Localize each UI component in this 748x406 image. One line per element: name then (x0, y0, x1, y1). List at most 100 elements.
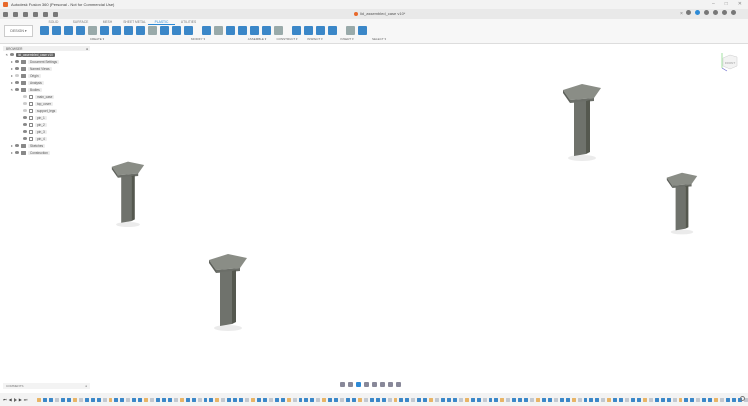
tab-sheet-metal[interactable]: SHEET METAL (121, 20, 148, 25)
go-to-end-button[interactable]: ⏭ (24, 397, 28, 402)
move-tool-icon[interactable] (238, 26, 247, 35)
timeline-feature-icon[interactable] (524, 397, 529, 402)
loft-tool-icon[interactable] (100, 26, 109, 35)
extrude-tool-icon[interactable] (64, 26, 73, 35)
timeline-feature-icon[interactable] (191, 397, 196, 402)
timeline-feature-icon[interactable] (482, 397, 487, 402)
timeline-feature-icon[interactable] (173, 397, 178, 402)
timeline-feature-icon[interactable] (464, 397, 469, 402)
offset-plane-tool-icon[interactable] (274, 26, 283, 35)
comments-panel[interactable]: COMMENTS ● (3, 383, 90, 389)
canvas-tool-icon[interactable] (346, 26, 355, 35)
redo-icon[interactable] (43, 11, 48, 17)
inspect-menu[interactable]: INSPECT ▾ (302, 37, 328, 41)
timeline-feature-icon[interactable] (595, 397, 600, 402)
home-icon[interactable] (53, 11, 58, 17)
orbit-icon[interactable] (340, 382, 345, 387)
timeline-feature-icon[interactable] (458, 397, 463, 402)
timeline-feature-icon[interactable] (369, 397, 374, 402)
timeline-feature-icon[interactable] (66, 397, 71, 402)
boss-tool-icon[interactable] (148, 26, 157, 35)
play-button[interactable] (13, 397, 17, 402)
timeline-feature-icon[interactable] (405, 397, 410, 402)
view-cube[interactable]: FRONT (718, 50, 740, 72)
document-tab[interactable]: lid_assembled_case v10* (354, 11, 405, 16)
tab-solid[interactable]: SOLID (40, 20, 67, 25)
timeline-feature-icon[interactable] (642, 397, 647, 402)
timeline-feature-icon[interactable] (506, 397, 511, 402)
chamfer-tool-icon[interactable] (202, 26, 211, 35)
timeline-feature-icon[interactable] (96, 397, 101, 402)
timeline-feature-icon[interactable] (470, 397, 475, 402)
grid-settings-icon[interactable] (388, 382, 393, 387)
timeline-feature-icon[interactable] (304, 397, 309, 402)
timeline-feature-icon[interactable] (547, 397, 552, 402)
timeline-feature-icon[interactable] (84, 397, 89, 402)
timeline-feature-icon[interactable] (536, 397, 540, 402)
timeline-feature-icon[interactable] (452, 397, 457, 402)
timeline-feature-icon[interactable] (565, 397, 570, 402)
timeline-feature-icon[interactable] (132, 397, 137, 402)
timeline-feature-icon[interactable] (684, 397, 689, 402)
timeline-feature-icon[interactable] (150, 397, 155, 402)
timeline-feature-icon[interactable] (120, 397, 125, 402)
maximize-button[interactable]: □ (725, 1, 728, 7)
timeline-feature-icon[interactable] (251, 397, 255, 402)
timeline-feature-icon[interactable] (708, 397, 713, 402)
as-built-joint-tool-icon[interactable] (262, 26, 271, 35)
grid-menu-icon[interactable] (3, 11, 8, 17)
timeline-feature-icon[interactable] (108, 397, 113, 402)
timeline-feature-icon[interactable] (500, 397, 505, 402)
timeline-feature-icon[interactable] (310, 397, 315, 402)
timeline-feature-icon[interactable] (268, 397, 273, 402)
timeline-feature-icon[interactable] (702, 397, 707, 402)
timeline-feature-icon[interactable] (322, 397, 327, 402)
timeline-feature-icon[interactable] (631, 397, 635, 402)
pin-body-4[interactable] (666, 172, 698, 235)
timeline-feature-icon[interactable] (435, 397, 440, 402)
fit-icon[interactable] (372, 382, 377, 387)
timeline-feature-icon[interactable] (262, 397, 267, 402)
timeline-feature-icon[interactable] (559, 397, 564, 402)
look-at-icon[interactable] (348, 382, 353, 387)
combine-tool-icon[interactable] (226, 26, 235, 35)
close-tab-icon[interactable]: × (680, 11, 683, 17)
timeline-feature-icon[interactable] (233, 397, 238, 402)
emboss-tool-icon[interactable] (136, 26, 145, 35)
snap-fit-tool-icon[interactable] (160, 26, 169, 35)
timeline-feature-icon[interactable] (126, 397, 131, 402)
tab-plastic[interactable]: PLASTIC (148, 20, 175, 25)
interference-tool-icon[interactable] (304, 26, 313, 35)
fillet-tool-icon[interactable] (184, 26, 193, 35)
timeline-feature-icon[interactable] (541, 397, 546, 402)
timeline-feature-icon[interactable] (215, 397, 220, 402)
modify-menu[interactable]: MODIFY ▾ (154, 37, 242, 41)
timeline-feature-icon[interactable] (660, 397, 665, 402)
timeline-feature-icon[interactable] (114, 397, 119, 402)
timeline-feature-icon[interactable] (209, 397, 214, 402)
job-status-icon[interactable] (695, 10, 700, 15)
timeline-feature-icon[interactable] (571, 397, 576, 402)
save-icon[interactable] (23, 11, 28, 17)
timeline-feature-icon[interactable] (90, 397, 95, 402)
timeline-feature-icon[interactable] (328, 397, 333, 402)
select-menu[interactable]: SELECT ▾ (366, 37, 392, 41)
web-tool-icon[interactable] (124, 26, 133, 35)
timeline-feature-icon[interactable] (411, 397, 416, 402)
timeline-feature-icon[interactable] (286, 397, 291, 402)
timeline-feature-icon[interactable] (346, 397, 350, 402)
timeline-feature-icon[interactable] (636, 397, 641, 402)
timeline-feature-icon[interactable] (476, 397, 481, 402)
insert-menu[interactable]: INSERT ▾ (328, 37, 366, 41)
timeline-feature-icon[interactable] (446, 397, 451, 402)
tab-mesh[interactable]: MESH (94, 20, 121, 25)
timeline-feature-icon[interactable] (494, 397, 499, 402)
zoom-icon[interactable] (364, 382, 369, 387)
user-avatar[interactable] (731, 10, 736, 15)
extensions-icon[interactable] (704, 10, 709, 15)
timeline-feature-icon[interactable] (156, 397, 160, 402)
minimize-button[interactable]: – (712, 1, 715, 7)
timeline-feature-icon[interactable] (381, 397, 386, 402)
timeline-feature-icon[interactable] (441, 397, 445, 402)
timeline-feature-icon[interactable] (72, 397, 77, 402)
